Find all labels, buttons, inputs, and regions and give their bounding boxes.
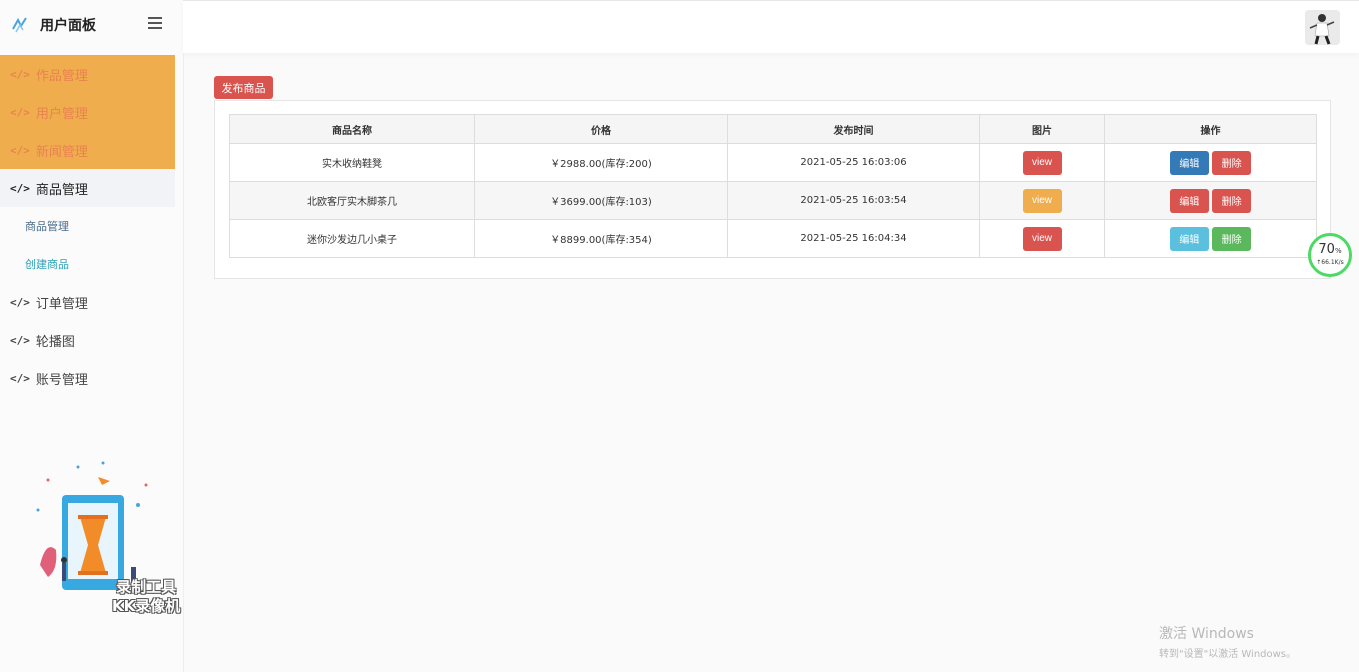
edit-button[interactable]: 编辑 <box>1169 188 1209 213</box>
sidebar-item-label: 作品管理 <box>35 68 88 84</box>
publish-goods-button[interactable]: 发布商品 <box>214 76 273 99</box>
watermark-line2: KK录像机 <box>112 597 181 615</box>
delete-button[interactable]: 删除 <box>1212 226 1252 251</box>
view-button[interactable]: view <box>1022 150 1062 175</box>
col-header-time: 发布时间 <box>727 114 980 144</box>
cell-price: ￥3699.00(库存:103) <box>474 181 728 220</box>
cell-image: view <box>979 143 1105 182</box>
sidebar-item-goods[interactable]: </> 商品管理 <box>0 169 175 207</box>
sidebar-nav: </> 作品管理 </> 用户管理 </> 新闻管理 </> 商品管理 商品管理… <box>0 55 175 397</box>
sidebar-item-carousel[interactable]: </> 轮播图 <box>0 321 175 359</box>
code-icon: </> <box>10 105 30 119</box>
speed-percent-unit: % <box>1334 247 1342 255</box>
cell-price: ￥8899.00(库存:354) <box>474 219 728 258</box>
code-icon: </> <box>10 333 30 347</box>
delete-button[interactable]: 删除 <box>1212 188 1252 213</box>
windows-activation-notice: 激活 Windows 转到"设置"以激活 Windows。 <box>1159 623 1296 660</box>
sidebar-item-news[interactable]: </> 新闻管理 <box>0 131 175 169</box>
sidebar: 用户面板 </> 作品管理 </> 用户管理 </> 新闻管理 </> 商品管理… <box>0 0 184 672</box>
cell-actions: 编辑 删除 <box>1104 181 1317 220</box>
cell-time: 2021-05-25 16:03:06 <box>727 143 980 182</box>
table-header-row: 商品名称 价格 发布时间 图片 操作 <box>229 114 1317 144</box>
activation-title: 激活 Windows <box>1159 626 1254 642</box>
brand-title: 用户面板 <box>40 18 96 34</box>
table-row: 迷你沙发边几小桌子 ￥8899.00(库存:354) 2021-05-25 16… <box>229 219 1317 258</box>
brand[interactable]: 用户面板 <box>10 12 96 38</box>
code-icon: </> <box>10 295 30 309</box>
sidebar-item-label: 订单管理 <box>35 296 88 312</box>
cell-image: view <box>979 181 1105 220</box>
speed-percent: 70% <box>1311 242 1349 259</box>
top-header <box>183 0 1359 53</box>
code-icon: </> <box>10 181 30 195</box>
sidebar-item-label: 商品管理 <box>35 182 88 198</box>
activation-subtitle: 转到"设置"以激活 Windows。 <box>1159 649 1297 660</box>
cell-name: 实木收纳鞋凳 <box>229 143 475 182</box>
goods-table: 商品名称 价格 发布时间 图片 操作 实木收纳鞋凳 ￥2988.00(库存:20… <box>229 114 1317 258</box>
avatar[interactable] <box>1305 10 1340 45</box>
hamburger-icon[interactable] <box>148 17 162 29</box>
cell-time: 2021-05-25 16:03:54 <box>727 181 980 220</box>
sidebar-item-label: 轮播图 <box>35 334 75 350</box>
goods-panel: 商品名称 价格 发布时间 图片 操作 实木收纳鞋凳 ￥2988.00(库存:20… <box>214 100 1331 279</box>
col-header-image: 图片 <box>979 114 1105 144</box>
sidebar-item-label: 用户管理 <box>35 106 88 122</box>
code-icon: </> <box>10 67 30 81</box>
col-header-actions: 操作 <box>1104 114 1317 144</box>
edit-button[interactable]: 编辑 <box>1169 150 1209 175</box>
sidebar-item-account[interactable]: </> 账号管理 <box>0 359 175 397</box>
cell-actions: 编辑 删除 <box>1104 219 1317 258</box>
table-row: 实木收纳鞋凳 ￥2988.00(库存:200) 2021-05-25 16:03… <box>229 143 1317 182</box>
sidebar-item-works[interactable]: </> 作品管理 <box>0 55 175 93</box>
view-button[interactable]: view <box>1022 188 1062 213</box>
cell-actions: 编辑 删除 <box>1104 143 1317 182</box>
edit-button[interactable]: 编辑 <box>1169 226 1209 251</box>
delete-button[interactable]: 删除 <box>1212 150 1252 175</box>
logo-icon <box>10 15 30 35</box>
col-header-name: 商品名称 <box>229 114 475 144</box>
sidebar-item-label: 新闻管理 <box>35 144 88 160</box>
code-icon: </> <box>10 371 30 385</box>
col-header-price: 价格 <box>474 114 728 144</box>
view-button[interactable]: view <box>1022 226 1062 251</box>
sidebar-item-orders[interactable]: </> 订单管理 <box>0 283 175 321</box>
speed-rate: ↑66.1K/s <box>1316 259 1344 266</box>
cell-name: 北欧客厅实木脚茶几 <box>229 181 475 220</box>
cell-price: ￥2988.00(库存:200) <box>474 143 728 182</box>
code-icon: </> <box>10 143 30 157</box>
network-speed-widget[interactable]: 70% ↑66.1K/s <box>1308 233 1352 277</box>
hourglass-illustration <box>28 455 158 590</box>
sidebar-item-users[interactable]: </> 用户管理 <box>0 93 175 131</box>
cell-image: view <box>979 219 1105 258</box>
sidebar-subitem-goods-manage[interactable]: 商品管理 <box>0 207 175 245</box>
cell-time: 2021-05-25 16:04:34 <box>727 219 980 258</box>
sidebar-item-label: 账号管理 <box>35 372 88 388</box>
table-row: 北欧客厅实木脚茶几 ￥3699.00(库存:103) 2021-05-25 16… <box>229 181 1317 220</box>
speed-percent-value: 70 <box>1318 242 1335 257</box>
watermark-line1: 录制工具 <box>116 578 177 596</box>
recorder-watermark: 录制工具 KK录像机 <box>112 578 180 616</box>
sidebar-subitem-create-goods[interactable]: 创建商品 <box>0 245 175 283</box>
cell-name: 迷你沙发边几小桌子 <box>229 219 475 258</box>
